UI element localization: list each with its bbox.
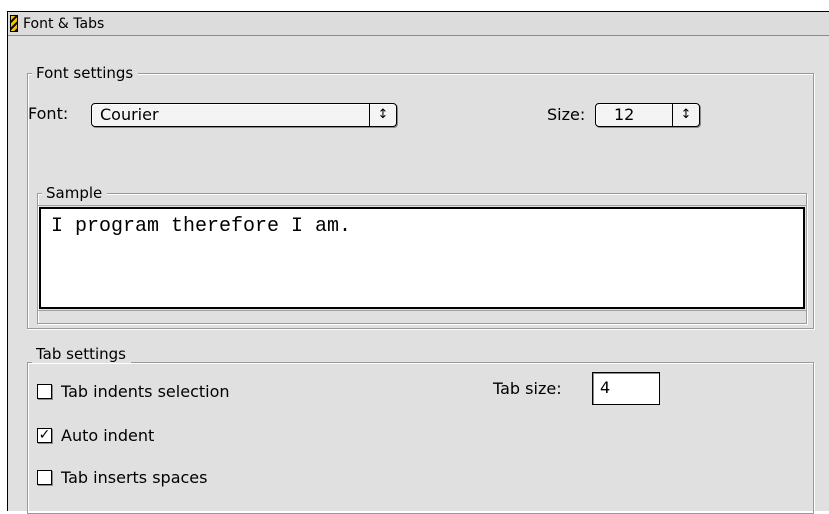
- sample-group-label: Sample: [42, 184, 108, 202]
- tab-size-label: Tab size:: [493, 379, 562, 398]
- title-bar[interactable]: Font & Tabs: [8, 12, 829, 36]
- sample-preview: I program therefore I am.: [37, 205, 807, 311]
- window-drag-icon: [10, 15, 18, 32]
- auto-indent-checkbox[interactable]: ✓: [37, 428, 52, 443]
- font-settings-group-label: Font settings: [32, 64, 139, 82]
- tab-indents-selection-label[interactable]: Tab indents selection: [61, 382, 230, 402]
- auto-indent-label[interactable]: Auto indent: [61, 426, 154, 446]
- sample-text: I program therefore I am.: [51, 215, 352, 238]
- font-label: Font:: [28, 104, 69, 123]
- tab-inserts-spaces-label[interactable]: Tab inserts spaces: [61, 468, 207, 488]
- popup-arrows-icon: ↕: [369, 104, 396, 126]
- tab-size-field[interactable]: 4: [592, 372, 660, 405]
- size-popup-value: 12: [614, 105, 635, 124]
- tab-indents-selection-checkbox[interactable]: [37, 384, 52, 399]
- font-popup[interactable]: Courier ↕: [91, 103, 397, 127]
- font-tabs-window: Font & Tabs Font settings Font: Courier …: [7, 11, 829, 514]
- size-label: Size:: [547, 105, 586, 124]
- size-popup[interactable]: 12 ↕: [595, 103, 700, 127]
- popup-arrows-icon: ↕: [672, 104, 699, 126]
- tab-inserts-spaces-checkbox[interactable]: [37, 470, 52, 485]
- tab-settings-group-label: Tab settings: [32, 345, 131, 363]
- tab-size-value: 4: [600, 378, 611, 397]
- window-title: Font & Tabs: [23, 16, 105, 32]
- font-popup-value: Courier: [100, 105, 159, 124]
